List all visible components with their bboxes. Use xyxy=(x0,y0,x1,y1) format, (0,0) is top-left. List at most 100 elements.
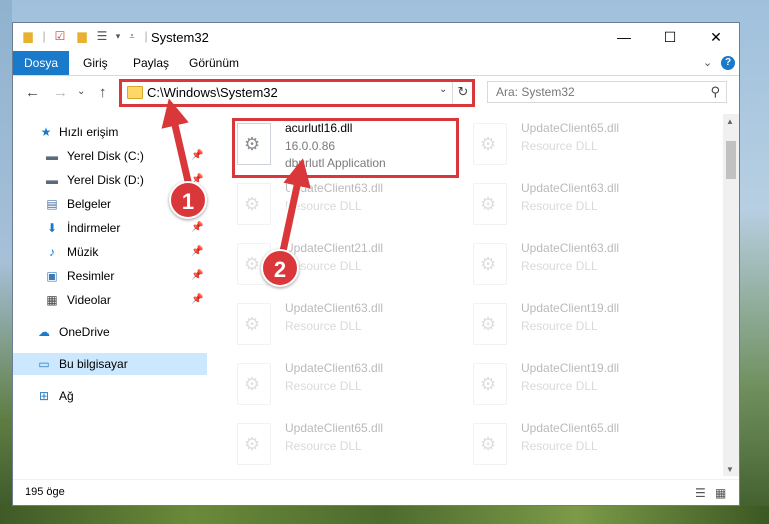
sidebar-item-disk-c[interactable]: ▬ Yerel Disk (C:) 📌 xyxy=(13,145,207,167)
dll-file-icon: ⚙ xyxy=(237,423,271,465)
file-item[interactable]: ⚙ UpdateClient63.dll Resource DLL xyxy=(237,299,457,355)
window-title: System32 xyxy=(151,30,209,45)
scroll-down-icon[interactable]: ▼ xyxy=(726,465,734,474)
dll-file-icon: ⚙ xyxy=(237,303,271,345)
file-name: UpdateClient19.dll xyxy=(521,301,620,315)
help-icon[interactable]: ? xyxy=(721,56,735,70)
details-view-icon[interactable]: ☰ xyxy=(695,486,706,500)
tab-view[interactable]: Görünüm xyxy=(189,51,239,75)
callout-badge-1: 1 xyxy=(169,181,207,219)
file-type: Resource DLL xyxy=(521,379,598,393)
sidebar-item-onedrive[interactable]: ☁ OneDrive xyxy=(13,321,207,343)
desktop-landscape xyxy=(0,506,769,524)
download-icon: ⬇ xyxy=(46,221,58,235)
gear-icon: ⚙ xyxy=(244,434,261,454)
properties-icon[interactable]: ☑ xyxy=(53,29,67,43)
search-box[interactable]: Ara: System32 ⚲ xyxy=(487,81,727,103)
dll-file-icon: ⚙ xyxy=(473,423,507,465)
chevron-down-icon[interactable]: ▾ xyxy=(111,29,125,43)
pin-icon[interactable]: 📌 xyxy=(191,265,203,287)
sidebar-item-label: Resimler xyxy=(67,269,115,283)
file-type: Resource DLL xyxy=(285,379,362,393)
dll-file-icon: ⚙ xyxy=(237,363,271,405)
quick-access-dropdown-icon[interactable]: ⩡ xyxy=(125,29,139,43)
recent-locations-icon[interactable]: ⌄ xyxy=(77,86,85,97)
dll-file-icon: ⚙ xyxy=(473,123,507,165)
dll-file-icon: ⚙ xyxy=(473,183,507,225)
sidebar-item-this-pc[interactable]: ▭ Bu bilgisayar xyxy=(13,353,207,375)
pin-icon[interactable]: 📌 xyxy=(191,241,203,263)
address-highlight-box xyxy=(119,79,475,107)
maximize-button[interactable]: ☐ xyxy=(647,23,693,51)
tab-home[interactable]: Giriş xyxy=(83,51,108,75)
file-item[interactable]: ⚙ UpdateClient65.dll Resource DLL xyxy=(237,419,457,473)
file-type: Resource DLL xyxy=(285,319,362,333)
gear-icon: ⚙ xyxy=(480,254,497,274)
sidebar-item-music[interactable]: ♪ Müzik 📌 xyxy=(13,241,207,263)
status-bar: 195 öge ☰ ▦ xyxy=(13,479,739,506)
large-icons-view-icon[interactable]: ▦ xyxy=(715,486,726,500)
file-item[interactable]: ⚙ UpdateClient63.dll Resource DLL xyxy=(473,179,693,235)
file-name: UpdateClient19.dll xyxy=(521,361,620,375)
file-type: Resource DLL xyxy=(521,259,598,273)
up-button[interactable]: ↑ xyxy=(99,84,107,101)
file-type: Resource DLL xyxy=(285,199,362,213)
file-name: UpdateClient63.dll xyxy=(285,301,384,315)
title-bar: ▆ | ☑ ▆ ☰ ▾ ⩡ | System32 — ☐ ✕ xyxy=(13,23,739,51)
forward-button[interactable]: → xyxy=(53,84,68,101)
navigation-pane: ★ Hızlı erişim ▬ Yerel Disk (C:) 📌 ▬ Yer… xyxy=(13,115,207,475)
scrollbar-thumb[interactable] xyxy=(726,141,736,179)
file-name: UpdateClient21.dll xyxy=(285,241,384,255)
file-item[interactable]: ⚙ UpdateClient63.dll Resource DLL xyxy=(473,239,693,295)
pin-icon[interactable]: 📌 xyxy=(191,145,203,167)
scroll-up-icon[interactable]: ▲ xyxy=(726,117,734,126)
file-type: Resource DLL xyxy=(521,199,598,213)
separator: | xyxy=(42,29,46,43)
sidebar-item-downloads[interactable]: ⬇ İndirmeler 📌 xyxy=(13,217,207,239)
file-name: UpdateClient63.dll xyxy=(521,241,620,255)
drive-icon: ▬ xyxy=(46,149,58,163)
dll-file-icon: ⚙ xyxy=(473,303,507,345)
file-name: UpdateClient65.dll xyxy=(285,421,384,435)
sidebar-item-network[interactable]: ⊞ Ağ xyxy=(13,385,207,407)
tab-share[interactable]: Paylaş xyxy=(133,51,169,75)
pin-icon[interactable]: 📌 xyxy=(191,289,203,311)
search-icon: ⚲ xyxy=(710,84,720,99)
music-icon: ♪ xyxy=(49,245,55,259)
file-name: UpdateClient63.dll xyxy=(285,361,384,375)
file-item[interactable]: ⚙ UpdateClient65.dll Resource DLL xyxy=(473,119,693,175)
expand-ribbon-icon[interactable]: ⌄ xyxy=(703,56,712,69)
file-item[interactable]: ⚙ UpdateClient65.dll Resource DLL xyxy=(473,419,693,473)
file-item[interactable]: ⚙ UpdateClient63.dll Resource DLL xyxy=(237,359,457,415)
cloud-icon: ☁ xyxy=(38,325,50,339)
gear-icon: ⚙ xyxy=(480,374,497,394)
dll-file-icon: ⚙ xyxy=(237,183,271,225)
gear-icon: ⚙ xyxy=(244,374,261,394)
file-item[interactable]: ⚙ UpdateClient63.dll Resource DLL xyxy=(237,179,457,235)
close-button[interactable]: ✕ xyxy=(693,23,739,51)
file-type: Resource DLL xyxy=(521,139,598,153)
documents-icon: ▤ xyxy=(46,197,58,211)
customize-icon[interactable]: ☰ xyxy=(95,29,109,43)
sidebar-item-label: Yerel Disk (D:) xyxy=(67,173,144,187)
tab-file[interactable]: Dosya xyxy=(13,51,69,75)
sidebar-item-label: Videolar xyxy=(67,293,111,307)
desktop-background xyxy=(0,0,12,524)
sidebar-item-quick-access[interactable]: ★ Hızlı erişim xyxy=(13,121,207,143)
gear-icon: ⚙ xyxy=(244,254,261,274)
new-folder-icon[interactable]: ▆ xyxy=(75,29,89,43)
file-type: Resource DLL xyxy=(285,439,362,453)
sidebar-item-label: İndirmeler xyxy=(67,221,121,235)
folder-icon: ▆ xyxy=(23,29,33,43)
minimize-button[interactable]: — xyxy=(601,23,647,51)
back-button[interactable]: ← xyxy=(25,84,40,101)
file-name: UpdateClient63.dll xyxy=(521,181,620,195)
sidebar-item-label: Bu bilgisayar xyxy=(59,357,128,371)
sidebar-item-pictures[interactable]: ▣ Resimler 📌 xyxy=(13,265,207,287)
file-item[interactable]: ⚙ UpdateClient19.dll Resource DLL xyxy=(473,359,693,415)
pin-icon[interactable]: 📌 xyxy=(191,217,203,239)
file-type: Resource DLL xyxy=(521,439,598,453)
search-input[interactable]: Ara: System32 xyxy=(496,85,575,99)
sidebar-item-videos[interactable]: ▦ Videolar 📌 xyxy=(13,289,207,311)
file-item[interactable]: ⚙ UpdateClient19.dll Resource DLL xyxy=(473,299,693,355)
